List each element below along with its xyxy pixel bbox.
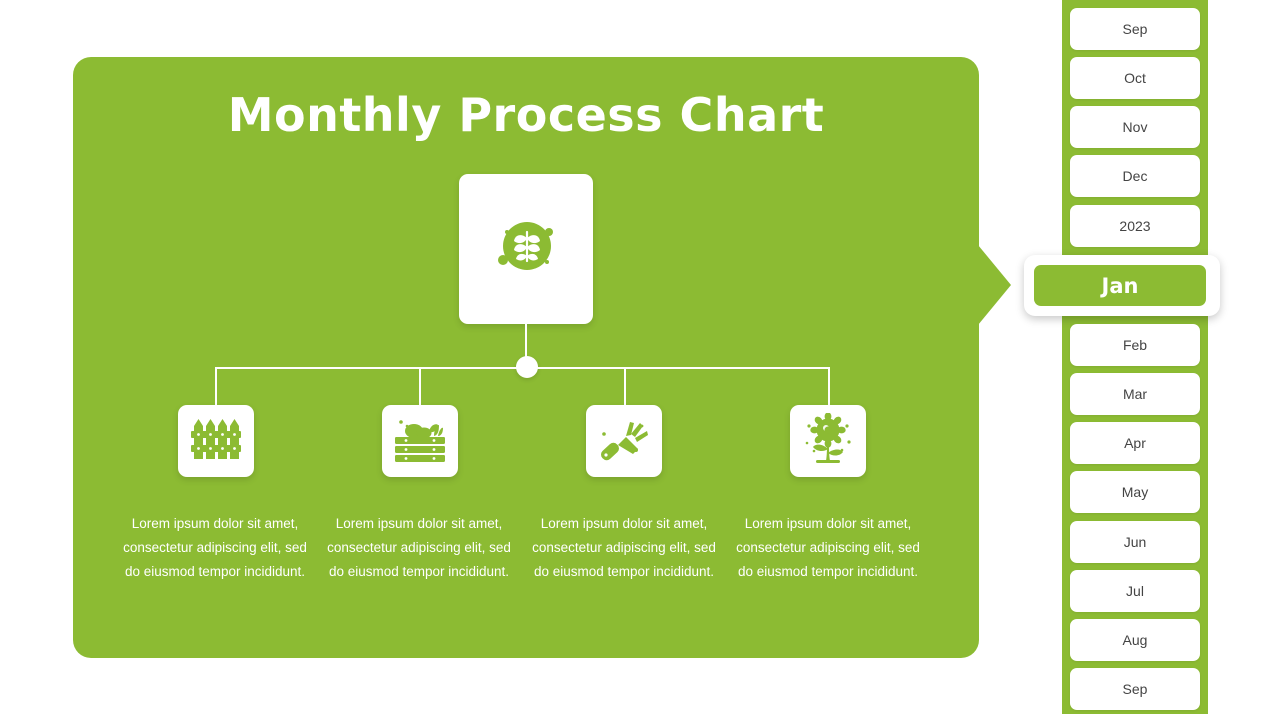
sidebar-item-month[interactable]: Jul xyxy=(1070,570,1200,612)
slide-canvas: Sep Oct Nov Dec 2023 Jan Feb Mar Apr May… xyxy=(0,0,1280,720)
month-label: Jun xyxy=(1123,534,1147,550)
process-description: Lorem ipsum dolor sit amet, consectetur … xyxy=(532,516,716,579)
sidebar-item-year[interactable]: 2023 xyxy=(1070,205,1200,247)
panel-pointer-arrow-icon xyxy=(978,245,1011,325)
month-label: Dec xyxy=(1122,168,1148,184)
process-description: Lorem ipsum dolor sit amet, consectetur … xyxy=(123,516,307,579)
page-title: Monthly Process Chart xyxy=(227,88,825,142)
sidebar-item-month[interactable]: Sep xyxy=(1070,668,1200,710)
connector-horizontal xyxy=(215,367,828,369)
month-label: Oct xyxy=(1124,70,1146,86)
connector-drop xyxy=(419,367,421,405)
year-label: 2023 xyxy=(1119,218,1151,234)
fence-icon xyxy=(190,414,242,469)
sidebar-item-month[interactable]: Feb xyxy=(1070,324,1200,366)
vegetable-crate-icon xyxy=(393,414,447,469)
garden-hand-rake-icon xyxy=(598,414,650,469)
sidebar-item-month[interactable]: Nov xyxy=(1070,106,1200,148)
sunflower-icon xyxy=(802,411,854,470)
sidebar-item-month[interactable]: Dec xyxy=(1070,155,1200,197)
month-label: Mar xyxy=(1122,386,1148,402)
connector-drop xyxy=(828,367,830,405)
connector-drop xyxy=(624,367,626,405)
sidebar-item-month-selected[interactable]: Jan xyxy=(1034,265,1206,306)
sidebar-item-month[interactable]: Sep xyxy=(1070,8,1200,50)
month-label: Feb xyxy=(1122,337,1148,353)
month-label: Jul xyxy=(1126,583,1144,599)
main-panel: Monthly Process Chart Lorem ipsum dolor … xyxy=(73,57,979,658)
connector-drop xyxy=(215,367,217,405)
month-label: Nov xyxy=(1122,119,1148,135)
month-label: Sep xyxy=(1122,21,1148,37)
sidebar-item-month[interactable]: Mar xyxy=(1070,373,1200,415)
sidebar-item-month[interactable]: Oct xyxy=(1070,57,1200,99)
process-icon-card[interactable] xyxy=(382,405,458,477)
month-label: May xyxy=(1121,484,1149,500)
process-icon-card[interactable] xyxy=(790,405,866,477)
process-icon-card[interactable] xyxy=(178,405,254,477)
plant-sprout-icon xyxy=(493,214,559,285)
month-label: Sep xyxy=(1122,681,1148,697)
sidebar-item-month[interactable]: May xyxy=(1070,471,1200,513)
process-description: Lorem ipsum dolor sit amet, consectetur … xyxy=(327,516,511,579)
sidebar-item-month[interactable]: Apr xyxy=(1070,422,1200,464)
process-description: Lorem ipsum dolor sit amet, consectetur … xyxy=(736,516,920,579)
hero-icon-card[interactable] xyxy=(459,174,593,324)
month-label: Apr xyxy=(1124,435,1146,451)
sidebar-item-month[interactable]: Aug xyxy=(1070,619,1200,661)
process-icon-card[interactable] xyxy=(586,405,662,477)
month-label-selected: Jan xyxy=(1101,273,1139,298)
sidebar-item-month[interactable]: Jun xyxy=(1070,521,1200,563)
month-label: Aug xyxy=(1122,632,1148,648)
